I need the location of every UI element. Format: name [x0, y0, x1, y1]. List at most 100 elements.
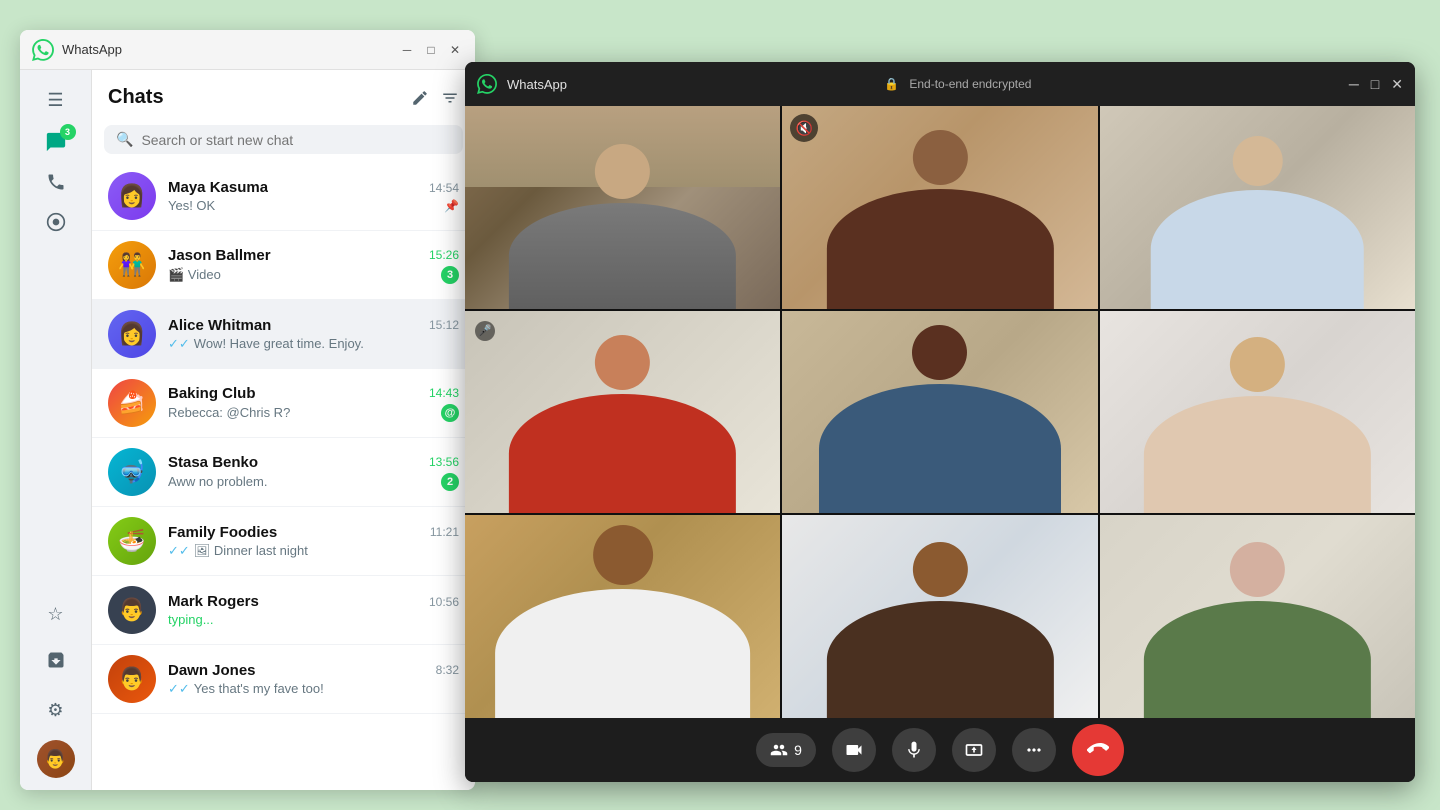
- avatar-wrap: 🍰: [108, 379, 156, 427]
- more-options-button[interactable]: [1012, 728, 1056, 772]
- video-cell-1: [465, 106, 780, 309]
- chat-name: Family Foodies: [168, 524, 277, 541]
- chat-top: Mark Rogers 10:56: [168, 593, 459, 610]
- user-avatar[interactable]: 👨: [37, 740, 75, 778]
- chat-badge: 3: [60, 124, 76, 140]
- avatar: 🍜: [108, 517, 156, 565]
- chat-item-stasa[interactable]: 🤿 Stasa Benko 13:56 Aww no problem. 2: [92, 438, 475, 507]
- screen-share-icon: [964, 740, 984, 760]
- chat-last-msg: ✓✓ 🖼 Dinner last night: [168, 543, 308, 559]
- window-controls: ─ □ ✕: [399, 42, 463, 58]
- camera-button[interactable]: [832, 728, 876, 772]
- chat-name: Dawn Jones: [168, 662, 256, 679]
- new-chat-button[interactable]: [411, 89, 429, 107]
- more-icon: [1024, 740, 1044, 760]
- calls-icon: [46, 172, 66, 197]
- chat-time: 8:32: [436, 663, 459, 677]
- avatar-wrap: 🍜: [108, 517, 156, 565]
- participants-button[interactable]: 9: [756, 733, 816, 767]
- chat-info: Dawn Jones 8:32 ✓✓ Yes that's my fave to…: [168, 662, 459, 697]
- sidebar-item-status[interactable]: [38, 206, 74, 242]
- chat-info: Jason Ballmer 15:26 🎬 Video 3: [168, 247, 459, 284]
- chat-item-alice[interactable]: 👩 Alice Whitman 15:12 ✓✓ Wow! Have great…: [92, 300, 475, 369]
- chat-last-msg: Yes! OK: [168, 198, 215, 213]
- participants-count: 9: [794, 742, 802, 758]
- unread-badge: 3: [441, 266, 459, 284]
- avatar: 🤿: [108, 448, 156, 496]
- minimize-button[interactable]: ─: [399, 42, 415, 58]
- chat-name: Stasa Benko: [168, 454, 258, 471]
- video-cell-3: [1100, 106, 1415, 309]
- chat-item-dawn[interactable]: 👨 Dawn Jones 8:32 ✓✓ Yes that's my fave …: [92, 645, 475, 714]
- typing-indicator: typing...: [168, 612, 214, 627]
- video-close-button[interactable]: ✕: [1391, 76, 1403, 93]
- video-cell-5: [782, 311, 1097, 514]
- whatsapp-logo-icon: [32, 39, 54, 61]
- chat-item-baking[interactable]: 🍰 Baking Club 14:43 Rebecca: @Chris R? @: [92, 369, 475, 438]
- chat-time: 10:56: [429, 595, 459, 609]
- chat-name: Mark Rogers: [168, 593, 259, 610]
- chat-info: Alice Whitman 15:12 ✓✓ Wow! Have great t…: [168, 317, 459, 352]
- chat-preview: ✓✓ Wow! Have great time. Enjoy.: [168, 336, 459, 352]
- end-call-icon: [1087, 739, 1109, 761]
- sidebar-item-archived[interactable]: [38, 644, 74, 680]
- pin-icon: 📌: [444, 199, 459, 213]
- chat-item-jason[interactable]: 👫 Jason Ballmer 15:26 🎬 Video 3: [92, 231, 475, 300]
- close-button[interactable]: ✕: [447, 42, 463, 58]
- participants-icon: [770, 741, 788, 759]
- lock-icon: 🔒: [884, 77, 899, 91]
- chat-item-maya[interactable]: 👩 Maya Kasuma 14:54 Yes! OK 📌: [92, 162, 475, 231]
- sidebar-bottom: ☆ ⚙ 👨: [37, 596, 75, 778]
- chat-last-msg: Aww no problem.: [168, 474, 267, 489]
- chat-top: Alice Whitman 15:12: [168, 317, 459, 334]
- filter-button[interactable]: [441, 89, 459, 107]
- chat-name: Baking Club: [168, 385, 256, 402]
- video-cell-8: [782, 515, 1097, 718]
- end-call-button[interactable]: [1072, 724, 1124, 776]
- sidebar-item-settings[interactable]: ⚙: [38, 692, 74, 728]
- starred-icon: ☆: [47, 604, 63, 625]
- avatar-wrap: 👩: [108, 310, 156, 358]
- chat-preview: typing...: [168, 612, 459, 627]
- chat-name: Alice Whitman: [168, 317, 271, 334]
- video-cell-9: [1100, 515, 1415, 718]
- chat-preview: Rebecca: @Chris R? @: [168, 404, 459, 422]
- chat-preview: ✓✓ 🖼 Dinner last night: [168, 543, 459, 559]
- avatar: 👨: [108, 655, 156, 703]
- sidebar-item-starred[interactable]: ☆: [38, 596, 74, 632]
- chat-last-msg: Rebecca: @Chris R?: [168, 405, 290, 420]
- app-body: ☰ 3: [20, 70, 475, 790]
- chat-time: 11:21: [430, 525, 459, 539]
- video-maximize-button[interactable]: □: [1371, 76, 1379, 93]
- search-input[interactable]: [141, 132, 451, 148]
- main-app-window: WhatsApp ─ □ ✕ ☰ 3: [20, 30, 475, 790]
- status-icon: [46, 212, 66, 237]
- sidebar-item-calls[interactable]: [38, 166, 74, 202]
- video-cell-4: 🎤: [465, 311, 780, 514]
- chat-top: Baking Club 14:43: [168, 385, 459, 402]
- chat-preview: Aww no problem. 2: [168, 473, 459, 491]
- video-call-window: WhatsApp 🔒 End-to-end endcrypted ─ □ ✕: [465, 62, 1415, 782]
- chat-time: 15:26: [429, 248, 459, 262]
- chat-time: 15:12: [429, 318, 459, 332]
- screen-share-button[interactable]: [952, 728, 996, 772]
- chat-item-mark[interactable]: 👨 Mark Rogers 10:56 typing...: [92, 576, 475, 645]
- mic-button[interactable]: [892, 728, 936, 772]
- video-window-controls: ─ □ ✕: [1349, 76, 1403, 93]
- chat-header-icons: [411, 89, 459, 107]
- chat-item-family[interactable]: 🍜 Family Foodies 11:21 ✓✓ 🖼 Dinner last …: [92, 507, 475, 576]
- camera-icon: [844, 740, 864, 760]
- chat-top: Family Foodies 11:21: [168, 524, 459, 541]
- chat-name: Maya Kasuma: [168, 179, 268, 196]
- sidebar-item-menu[interactable]: ☰: [38, 82, 74, 118]
- video-minimize-button[interactable]: ─: [1349, 76, 1359, 93]
- chat-info: Family Foodies 11:21 ✓✓ 🖼 Dinner last ni…: [168, 524, 459, 559]
- sidebar-item-chats[interactable]: 3: [38, 126, 74, 162]
- chat-time: 14:54: [429, 181, 459, 195]
- maximize-button[interactable]: □: [423, 42, 439, 58]
- chat-preview: ✓✓ Yes that's my fave too!: [168, 681, 459, 697]
- avatar-wrap: 👫: [108, 241, 156, 289]
- chat-top: Stasa Benko 13:56: [168, 454, 459, 471]
- chat-panel: Chats 🔍: [92, 70, 475, 790]
- chat-last-msg: ✓✓ Yes that's my fave too!: [168, 681, 324, 697]
